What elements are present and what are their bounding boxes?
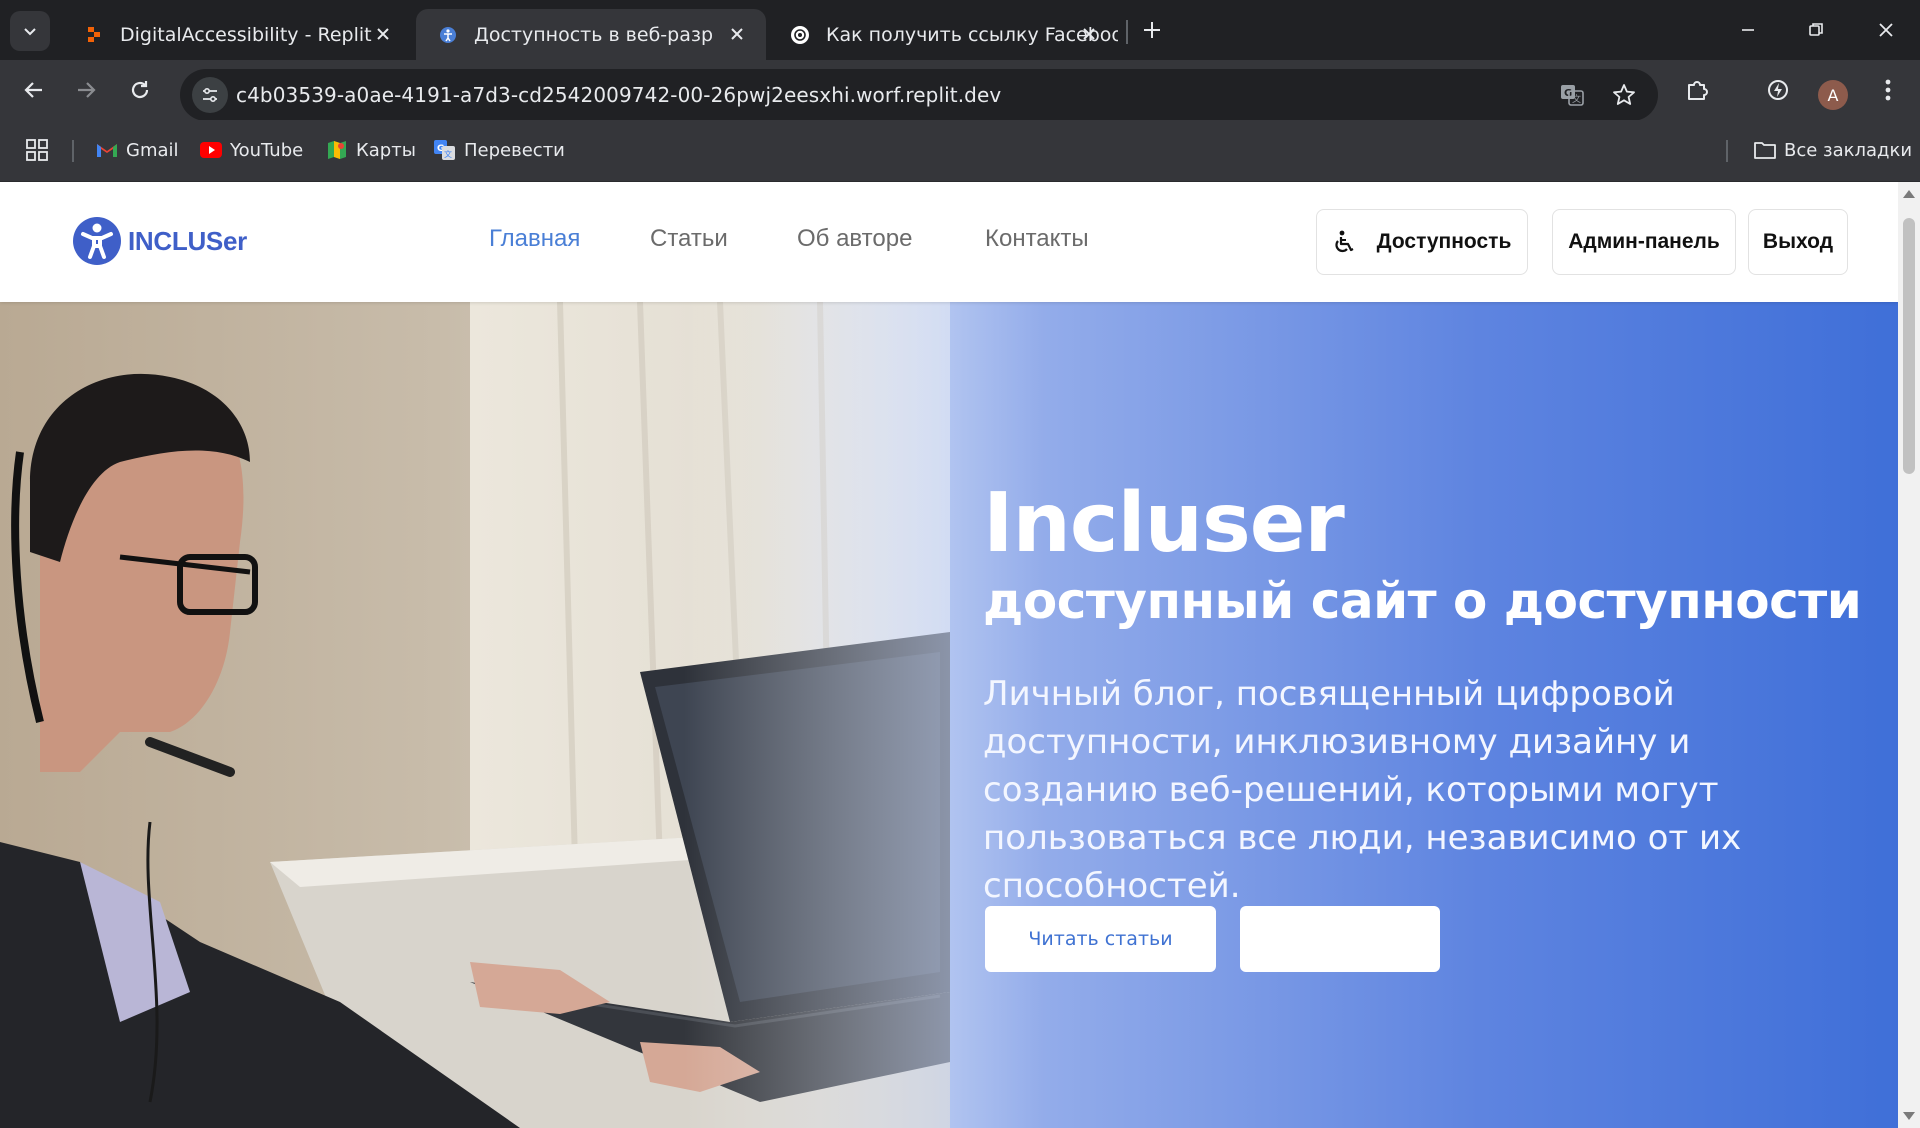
bookmarks-separator [1726,140,1728,162]
close-icon[interactable] [726,23,748,45]
page-viewport: INCLUSer Главная Статьи Об авторе Контак… [0,182,1898,1128]
minimize-icon [1742,29,1754,31]
arrow-right-icon [78,82,96,98]
profile-avatar[interactable]: A [1818,80,1848,110]
plus-icon [1144,22,1160,38]
restore-icon [1809,23,1823,36]
close-icon[interactable] [1078,23,1100,45]
apps-grid-icon [26,139,48,161]
tab-accessibility[interactable]: Доступность в веб-разработке [416,9,766,60]
menu-button[interactable] [1870,72,1906,108]
nav-articles[interactable]: Статьи [650,225,728,253]
url-text[interactable]: c4b03539-a0ae-4191-a7d3-cd2542009742-00-… [236,69,1001,121]
browser-toolbar: c4b03539-a0ae-4191-a7d3-cd2542009742-00-… [0,60,1920,166]
scroll-down-arrow-icon[interactable] [1903,1112,1915,1120]
new-tab-button[interactable] [1136,14,1168,46]
back-button[interactable] [14,70,54,110]
logo-text: INCLUSer [128,225,247,256]
site-settings-button[interactable] [192,77,228,113]
folder-icon [1754,140,1776,160]
minimize-button[interactable] [1728,10,1768,50]
tab-strip: DigitalAccessibility - Replit Доступност… [0,0,1920,60]
translate-page-button[interactable]: G文 [1556,79,1588,111]
svg-text:G: G [1564,88,1572,99]
scroll-up-arrow-icon[interactable] [1903,190,1915,198]
site-header: INCLUSer Главная Статьи Об авторе Контак… [0,182,1898,302]
wheelchair-icon [1335,230,1354,253]
extensions-button[interactable] [1680,72,1716,108]
chevron-down-icon [24,28,36,36]
gmail-icon [96,140,118,160]
maps-icon [326,140,348,160]
nav-contacts[interactable]: Контакты [985,225,1089,253]
hero-subtitle: доступный сайт о доступности [983,572,1862,630]
bookmark-maps[interactable]: Карты [326,135,416,165]
page-scrollbar[interactable] [1898,182,1920,1128]
accessibility-button-label: Доступность [1376,230,1512,253]
scroll-thumb[interactable] [1903,218,1915,474]
svg-text:文: 文 [1572,93,1581,105]
admin-panel-button[interactable]: Админ-панель [1552,209,1736,275]
more-vertical-icon [1885,79,1891,101]
star-icon [1613,84,1635,105]
translate-icon: G文 [1561,85,1584,106]
bookmark-translate[interactable]: G文 Перевести [434,135,565,165]
bookmark-youtube[interactable]: YouTube [200,135,303,165]
hero-description: Личный блог, посвященный цифровой доступ… [983,674,1742,906]
close-icon [1879,23,1893,37]
logout-button[interactable]: Выход [1748,209,1848,275]
all-bookmarks-button[interactable]: Все закладки [1754,135,1912,165]
tune-icon [203,87,217,103]
hero-photo [0,302,950,1128]
nav-home[interactable]: Главная [489,225,580,253]
bookmark-gmail[interactable]: Gmail [96,135,179,165]
tab-replit[interactable]: DigitalAccessibility - Replit [62,9,412,60]
apps-button[interactable] [26,135,48,165]
address-bar[interactable]: c4b03539-a0ae-4191-a7d3-cd2542009742-00-… [180,69,1658,121]
tab-separator [1126,20,1128,44]
replit-icon [84,25,104,45]
read-articles-button[interactable]: Читать статьи [985,906,1216,972]
bookmark-label: YouTube [230,139,304,161]
performance-button[interactable] [1760,72,1796,108]
reload-icon [131,81,149,99]
puzzle-icon [1688,81,1708,100]
tab-title: Как получить ссылку Facebook [826,23,1118,46]
openai-icon [790,25,810,45]
youtube-icon [200,140,222,160]
bookmarks-separator [72,140,74,162]
close-window-button[interactable] [1866,10,1906,50]
bookmarks-bar: Gmail YouTube Карты G文 Перевести Все зак… [0,120,1920,182]
site-logo[interactable]: INCLUSer [72,216,247,266]
hero-section: Incluser доступный сайт о доступности Ли… [0,302,1898,1128]
secondary-hero-button[interactable] [1240,906,1440,972]
forward-button[interactable] [66,70,106,110]
close-icon[interactable] [372,23,394,45]
nav-about[interactable]: Об авторе [797,225,912,253]
tab-title: DigitalAccessibility - Replit [120,23,372,46]
accessibility-logo-icon [73,217,121,265]
all-bookmarks-label: Все закладки [1784,139,1913,161]
speed-icon [1768,80,1788,100]
translate-icon: G文 [434,140,456,160]
tab-search-button[interactable] [10,11,50,51]
bookmark-label: Карты [356,139,416,161]
svg-text:文: 文 [444,149,452,159]
tab-title: Доступность в веб-разработке [474,23,714,46]
reload-button[interactable] [120,70,160,110]
bookmark-label: Перевести [464,139,565,161]
accessibility-button[interactable]: Доступность [1316,209,1528,275]
bookmark-star-button[interactable] [1608,79,1640,111]
site-icon [438,25,458,45]
tab-facebook-link[interactable]: Как получить ссылку Facebook [768,9,1118,60]
restore-button[interactable] [1796,10,1836,50]
bookmark-label: Gmail [126,139,179,161]
hero-title: Incluser [983,476,1345,571]
arrow-left-icon [24,82,42,98]
